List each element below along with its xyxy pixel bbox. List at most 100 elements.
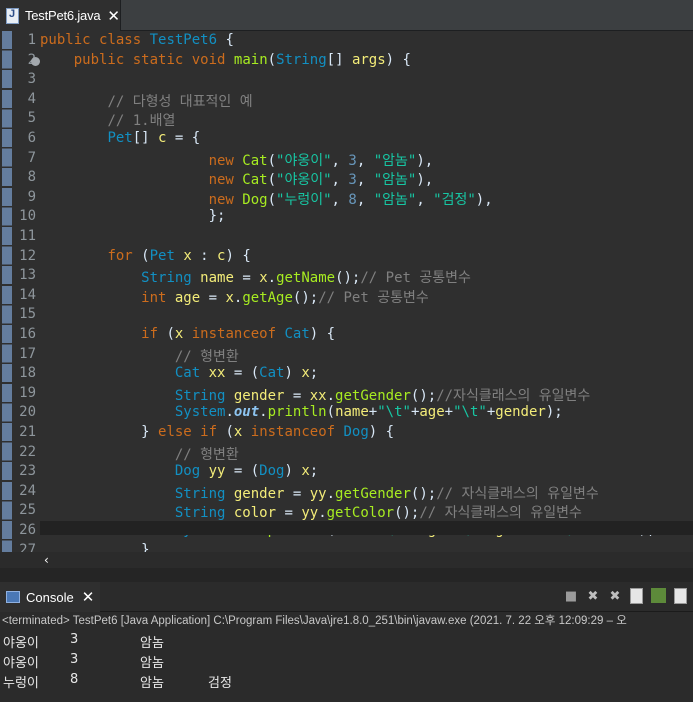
line-number: 5 — [27, 110, 36, 127]
terminate-icon[interactable]: ■ — [562, 587, 580, 605]
scroll-lock-icon[interactable] — [630, 588, 643, 604]
code-token: getGender — [335, 387, 411, 404]
code-text-area[interactable]: public class TestPet6 { public static vo… — [40, 31, 693, 552]
console-output-cell: 야옹이 — [3, 636, 39, 651]
remove-all-icon[interactable]: ✖ — [606, 587, 624, 605]
code-token: x — [259, 270, 268, 287]
code-token: [] — [132, 130, 159, 146]
code-token: if — [141, 326, 167, 342]
code-token: Pet — [107, 130, 133, 146]
code-line[interactable]: Dog yy = (Dog) x; — [40, 463, 318, 483]
code-token: Dog — [242, 191, 268, 208]
line-number: 16 — [19, 326, 36, 342]
code-token: println — [267, 404, 327, 421]
code-line[interactable]: System.out.println(name+"\t"+age+"\t"+ge… — [40, 404, 563, 424]
code-token: "야옹이" — [276, 152, 332, 169]
code-token: "\t" — [453, 404, 487, 421]
editor-tab-label: TestPet6.java — [24, 8, 101, 23]
editor-tab-testpet6[interactable]: TestPet6.java ✕ — [0, 0, 121, 31]
line-number: 14 — [19, 286, 36, 303]
code-line[interactable]: Cat xx = (Cat) x; — [40, 365, 318, 385]
code-token: "암놈" — [373, 191, 417, 208]
code-line[interactable]: int age = x.getAge();// Pet 공통변수 — [40, 287, 429, 307]
line-number: 12 — [19, 247, 36, 264]
close-icon[interactable]: ✕ — [82, 588, 95, 606]
code-line[interactable]: String gender = xx.getGender();//자식클래스의 … — [40, 385, 590, 405]
code-token: (); — [410, 387, 437, 404]
code-token: xx — [309, 387, 327, 404]
code-token: (); — [410, 485, 437, 502]
code-token: = — [276, 505, 302, 522]
code-token: x — [174, 326, 192, 342]
code-token: Dog — [259, 463, 285, 480]
code-line[interactable]: // 다형성 대표적인 예 — [40, 91, 252, 111]
code-line[interactable]: } — [40, 542, 149, 552]
code-token: age — [174, 289, 201, 306]
code-token: }; — [40, 208, 226, 225]
console-output-cell: 3 — [70, 652, 79, 667]
code-token: new — [208, 152, 243, 169]
java-file-icon — [6, 7, 19, 24]
line-number: 21 — [19, 424, 36, 440]
code-line[interactable]: // 형변환 — [40, 346, 239, 366]
code-token: // 1.배열 — [107, 113, 176, 130]
code-token: 3 — [348, 152, 357, 169]
code-line[interactable]: // 1.배열 — [40, 110, 175, 130]
close-icon[interactable]: ✕ — [107, 7, 120, 25]
code-line[interactable]: } else if (x instanceof Dog) { — [40, 424, 394, 444]
code-line[interactable]: String gender = yy.getGender();// 자식클래스의… — [40, 483, 599, 503]
code-line[interactable]: Pet[] c = { — [40, 130, 200, 150]
code-line[interactable]: new Cat("야옹이", 3, "암놈"), — [40, 150, 434, 170]
remove-launch-icon[interactable]: ✖ — [584, 587, 602, 605]
line-number-gutter: 1234567891011121314151617181920212223242… — [12, 31, 40, 552]
code-token: out — [233, 404, 260, 421]
code-line[interactable]: String color = yy.getColor();// 자식클래스의 유… — [40, 502, 582, 522]
code-token: void — [191, 51, 234, 68]
code-token: . — [225, 404, 234, 421]
code-token: { — [217, 32, 234, 48]
code-line[interactable]: public static void main(String[] args) { — [40, 52, 411, 72]
code-line[interactable]: for (Pet x : c) { — [40, 248, 250, 268]
code-token: + — [486, 404, 496, 421]
panel-divider — [0, 568, 693, 582]
fold-collapse-icon[interactable] — [31, 56, 40, 66]
scroll-left-arrow-icon[interactable]: ‹ — [44, 553, 49, 567]
line-number: 18 — [19, 365, 36, 382]
code-line[interactable]: }; — [40, 208, 226, 228]
code-token: "암놈" — [373, 172, 417, 189]
code-token: , — [331, 172, 349, 189]
code-line[interactable]: String name = x.getName();// Pet 공통변수 — [40, 267, 471, 287]
line-number: 24 — [19, 482, 36, 499]
editor-horizontal-scrollbar[interactable] — [40, 521, 693, 535]
code-line[interactable]: public class TestPet6 { — [40, 32, 234, 52]
code-token: ) — [284, 463, 302, 480]
code-line[interactable]: new Cat("야옹이", 3, "암놈"), — [40, 169, 434, 189]
code-line[interactable]: // 형변환 — [40, 444, 239, 464]
pin-console-icon[interactable] — [651, 588, 666, 603]
display-console-icon[interactable] — [674, 588, 687, 604]
console-tab[interactable]: Console ✕ — [0, 582, 100, 612]
code-token: ( — [267, 172, 277, 189]
code-token: 3 — [348, 172, 357, 189]
line-number: 7 — [27, 149, 36, 166]
code-token: else — [158, 424, 201, 440]
code-editor[interactable]: 1234567891011121314151617181920212223242… — [0, 31, 693, 552]
code-token: ) { — [309, 326, 336, 342]
code-line[interactable]: if (x instanceof Cat) { — [40, 326, 335, 346]
code-token: String — [174, 387, 234, 404]
code-token: instanceof — [250, 424, 344, 440]
code-token: = — [200, 289, 226, 306]
code-token: String — [174, 505, 234, 522]
code-token: , — [331, 191, 349, 208]
code-token: getAge — [242, 289, 293, 306]
code-token: public — [40, 32, 100, 48]
code-token: static — [132, 51, 192, 68]
code-line[interactable]: new Dog("누렁이", 8, "암놈", "검정"), — [40, 189, 493, 209]
console-output[interactable]: 야옹이 3 암놈 야옹이 3 암놈 누렁이 8 암놈 검정 — [0, 630, 693, 702]
